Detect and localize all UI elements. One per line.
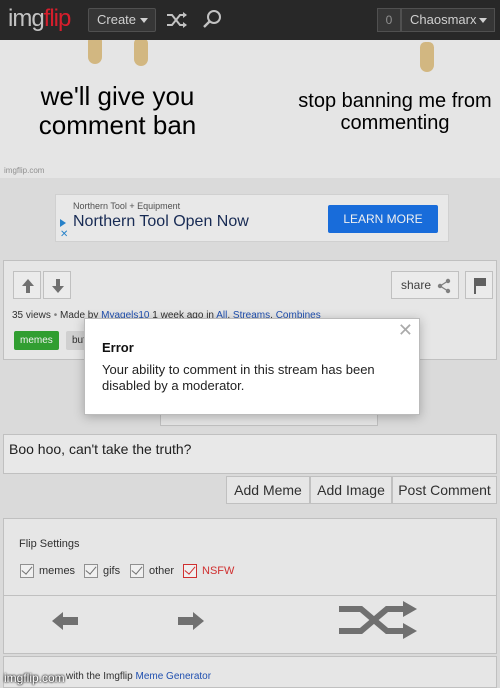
imgflip-watermark: imgflip.com: [4, 671, 65, 685]
error-dialog-title: Error: [102, 340, 134, 355]
error-dialog-message: Your ability to comment in this stream h…: [102, 362, 375, 393]
close-icon[interactable]: ✕: [398, 320, 413, 341]
error-dialog: ✕ Error Your ability to comment in this …: [84, 318, 420, 415]
